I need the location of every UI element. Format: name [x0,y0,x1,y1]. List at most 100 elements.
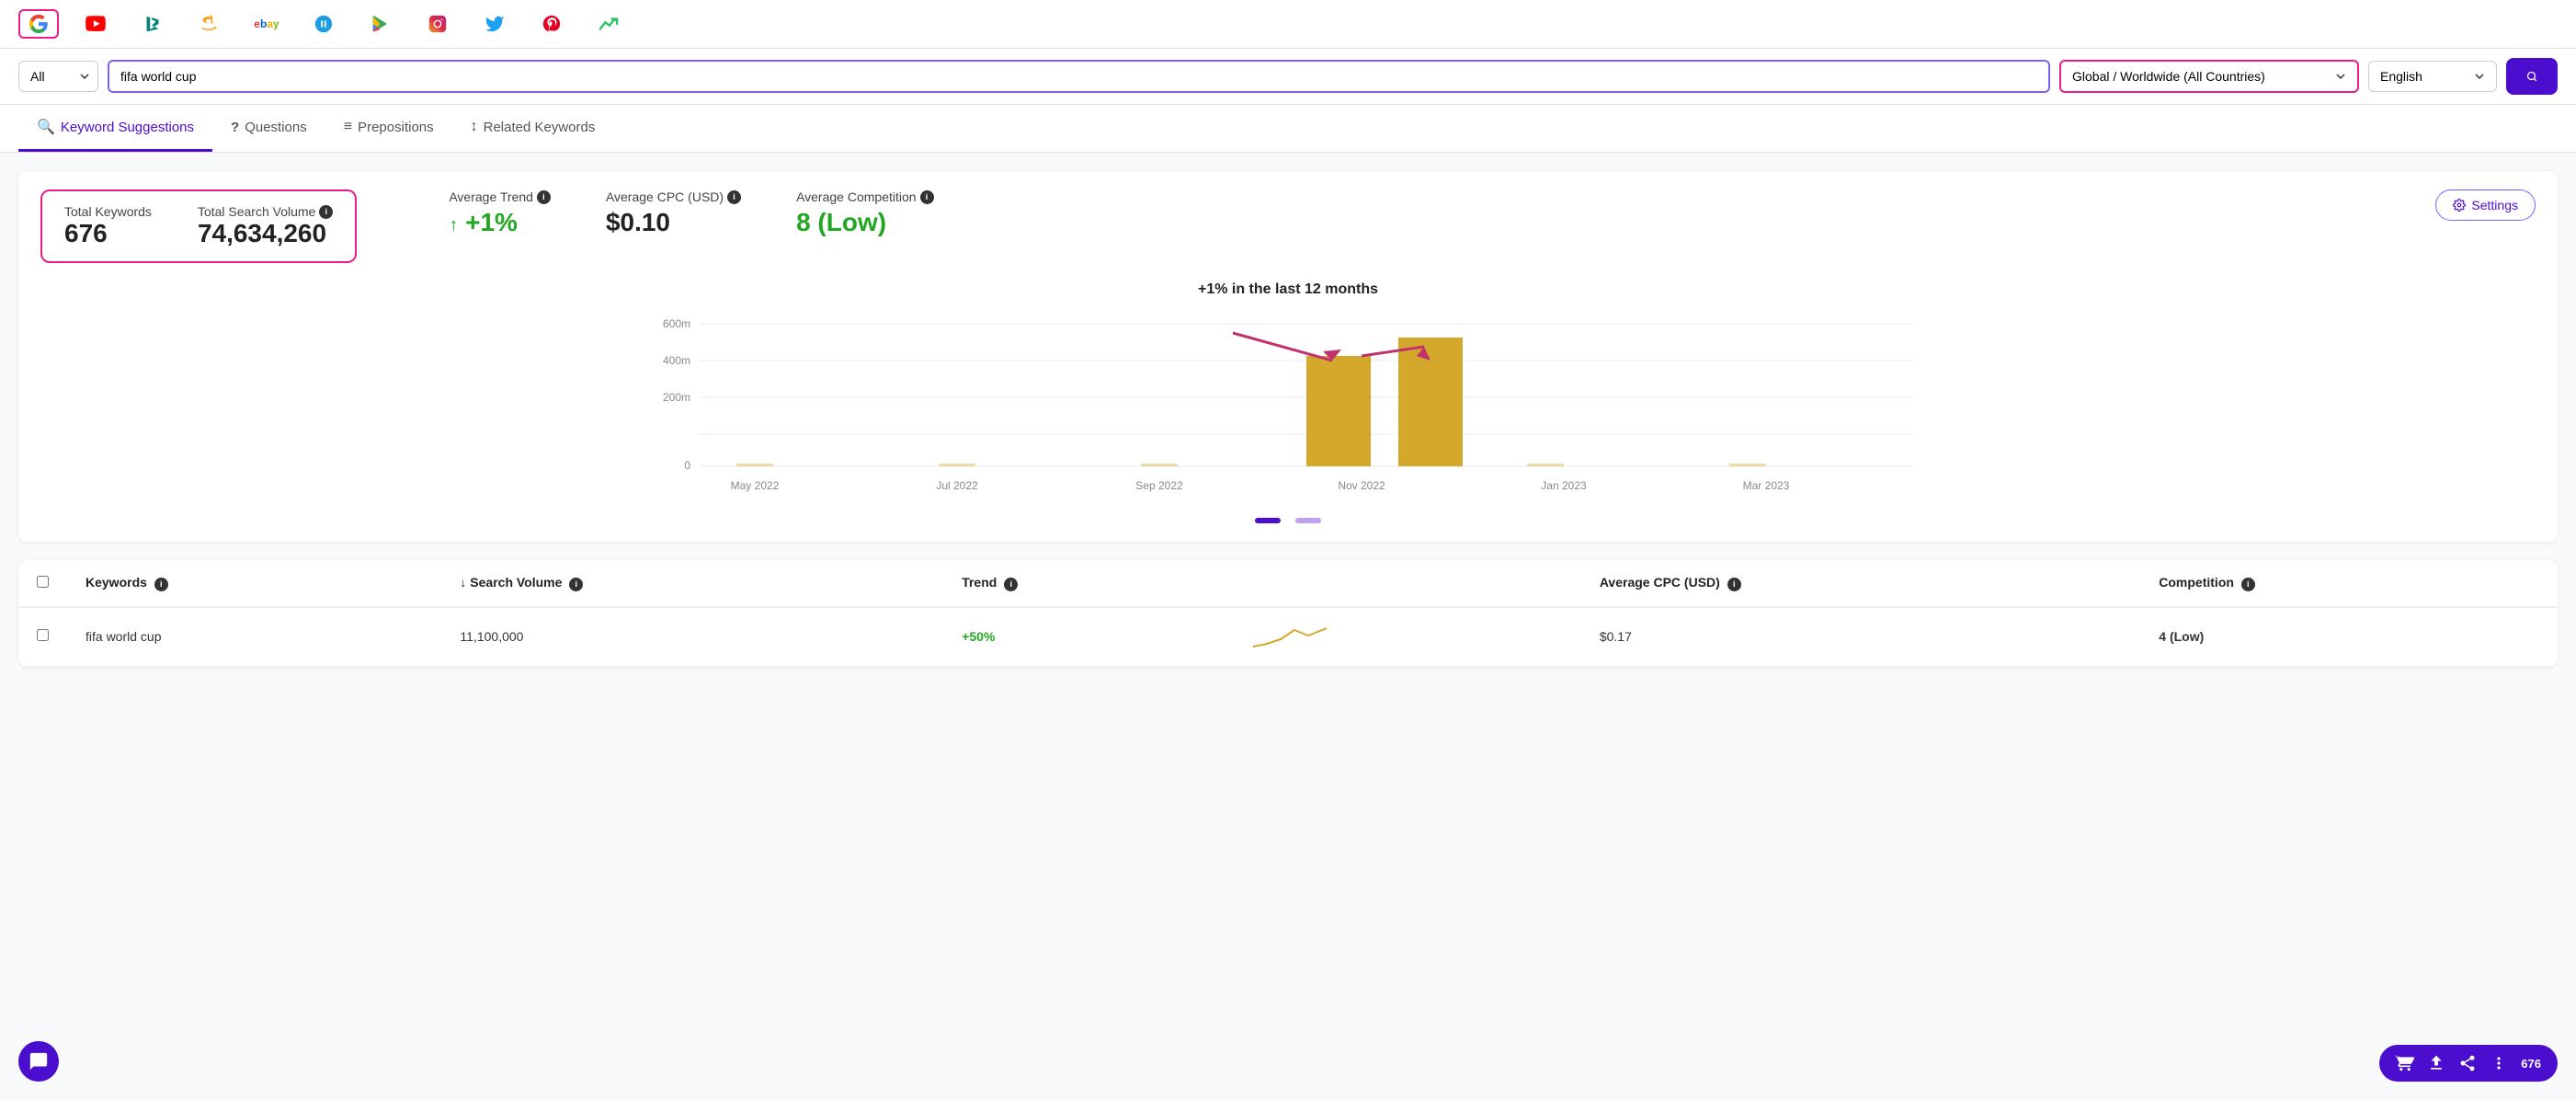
svg-text:200m: 200m [663,391,690,404]
download-icon[interactable] [2427,1054,2445,1072]
th-checkbox [18,560,67,607]
average-competition-value: 8 (Low) [796,208,933,237]
chat-icon [28,1051,49,1071]
svg-text:Jul 2022: Jul 2022 [936,479,978,492]
keyword-input-wrap [108,60,2050,93]
questions-icon: ? [231,120,239,135]
tab-keyword-suggestions-label: Keyword Suggestions [61,120,194,135]
tab-questions-label: Questions [245,120,307,135]
average-cpc-value: $0.10 [606,208,741,237]
more-icon[interactable] [2490,1054,2508,1072]
search-button[interactable] [2506,58,2558,95]
average-trend-label: Average Trend i [449,189,551,204]
svg-text:600m: 600m [663,317,690,330]
settings-button[interactable]: Settings [2435,189,2536,221]
row-keyword: fifa world cup [67,607,441,667]
tab-navigation: 🔍 Keyword Suggestions ? Questions ≡ Prep… [0,105,2576,153]
average-competition-label: Average Competition i [796,189,933,204]
avg-cpc-col-info-icon[interactable]: i [1727,578,1741,591]
language-chevron-icon [2474,71,2485,82]
stats-top: Total Keywords 676 Total Search Volume i… [40,189,2536,263]
keyword-input[interactable] [120,69,2037,84]
average-trend-info-icon[interactable]: i [537,190,551,204]
type-select[interactable]: All Exact Phrase Broad [18,61,98,92]
language-select[interactable]: English Spanish French [2380,69,2468,84]
legend-item-1 [1255,518,1281,523]
total-keywords-stat: Total Keywords 676 [64,204,152,248]
engine-playstore[interactable] [360,9,401,39]
language-select-wrap: English Spanish French [2368,61,2497,92]
chat-bubble[interactable] [18,1041,59,1082]
chart-legend [40,518,2536,523]
average-cpc-info-icon[interactable]: i [727,190,741,204]
th-search-volume: ↓ Search Volume i [441,560,943,607]
engine-instagram[interactable] [417,9,458,39]
row-avg-cpc: $0.17 [1581,607,2140,667]
bottom-count-badge: 676 [2521,1057,2541,1071]
row-search-volume: 11,100,000 [441,607,943,667]
engine-twitter[interactable] [474,9,515,39]
bottom-toolbar: 676 [2379,1045,2558,1082]
stats-group: Total Keywords 676 Total Search Volume i… [40,189,2435,263]
th-avg-cpc: Average CPC (USD) i [1581,560,2140,607]
search-icon [2526,67,2537,86]
table-row: fifa world cup 11,100,000 +50% $0.17 4 (… [18,607,2558,667]
tab-questions[interactable]: ? Questions [212,105,325,152]
average-cpc-label: Average CPC (USD) i [606,189,741,204]
cart-icon[interactable] [2396,1054,2414,1072]
tab-keyword-suggestions[interactable]: 🔍 Keyword Suggestions [18,105,212,152]
engine-youtube[interactable] [75,9,116,39]
engine-pinterest[interactable] [531,9,572,39]
legend-color-1 [1255,518,1281,523]
search-volume-col-info-icon[interactable]: i [569,578,583,591]
average-cpc-stat: Average CPC (USD) i $0.10 [606,189,741,237]
engine-bing[interactable] [132,9,173,39]
select-all-checkbox[interactable] [37,576,49,588]
tab-related-keywords[interactable]: ↕ Related Keywords [452,105,614,152]
row-checkbox[interactable] [37,629,49,641]
total-search-volume-info-icon[interactable]: i [319,205,333,219]
engine-trends[interactable] [588,9,629,39]
svg-text:0: 0 [684,459,690,472]
keyword-suggestions-icon: 🔍 [37,118,55,136]
row-trend-mini [1235,607,1581,667]
table-header: Keywords i ↓ Search Volume i Trend i Ave… [18,560,2558,607]
legend-item-2 [1295,518,1321,523]
keywords-col-info-icon[interactable]: i [154,578,168,591]
svg-text:Nov 2022: Nov 2022 [1338,479,1385,492]
location-select-wrap: Global / Worldwide (All Countries) Unite… [2059,60,2359,93]
row-trend: +50% [943,607,1235,667]
table-body: fifa world cup 11,100,000 +50% $0.17 4 (… [18,607,2558,667]
engine-google[interactable] [18,9,59,39]
share-icon[interactable] [2458,1054,2477,1072]
stats-keywords-volume-group: Total Keywords 676 Total Search Volume i… [40,189,357,263]
row-trend-value: +50% [962,629,995,644]
tab-prepositions[interactable]: ≡ Prepositions [325,105,452,152]
related-keywords-icon: ↕ [471,119,478,135]
stats-card: Total Keywords 676 Total Search Volume i… [18,171,2558,542]
average-competition-stat: Average Competition i 8 (Low) [796,189,933,237]
engine-ebay[interactable]: ebay [246,9,287,39]
trend-sparkline [1253,621,1327,650]
chart-svg: 600m 400m 200m 0 May 2022 Jul 2022 Sep 2… [40,305,2536,508]
total-search-volume-label: Total Search Volume i [198,204,333,219]
total-search-volume-value: 74,634,260 [198,219,333,248]
competition-col-info-icon[interactable]: i [2241,578,2255,591]
engine-toolbar: ebay [0,0,2576,49]
total-keywords-label: Total Keywords [64,204,152,219]
location-select[interactable]: Global / Worldwide (All Countries) Unite… [2072,69,2330,84]
average-competition-info-icon[interactable]: i [920,190,934,204]
main-content: Total Keywords 676 Total Search Volume i… [0,153,2576,685]
total-keywords-value: 676 [64,219,152,248]
location-chevron-icon [2335,71,2346,82]
svg-text:Sep 2022: Sep 2022 [1135,479,1183,492]
tab-related-keywords-label: Related Keywords [484,120,596,135]
row-checkbox-cell [18,607,67,667]
legend-color-2 [1295,518,1321,523]
th-competition: Competition i [2140,560,2558,607]
settings-gear-icon [2453,199,2466,212]
engine-appstore[interactable] [303,9,344,39]
engine-amazon[interactable] [189,9,230,39]
th-trend: Trend i [943,560,1235,607]
trend-col-info-icon[interactable]: i [1004,578,1018,591]
